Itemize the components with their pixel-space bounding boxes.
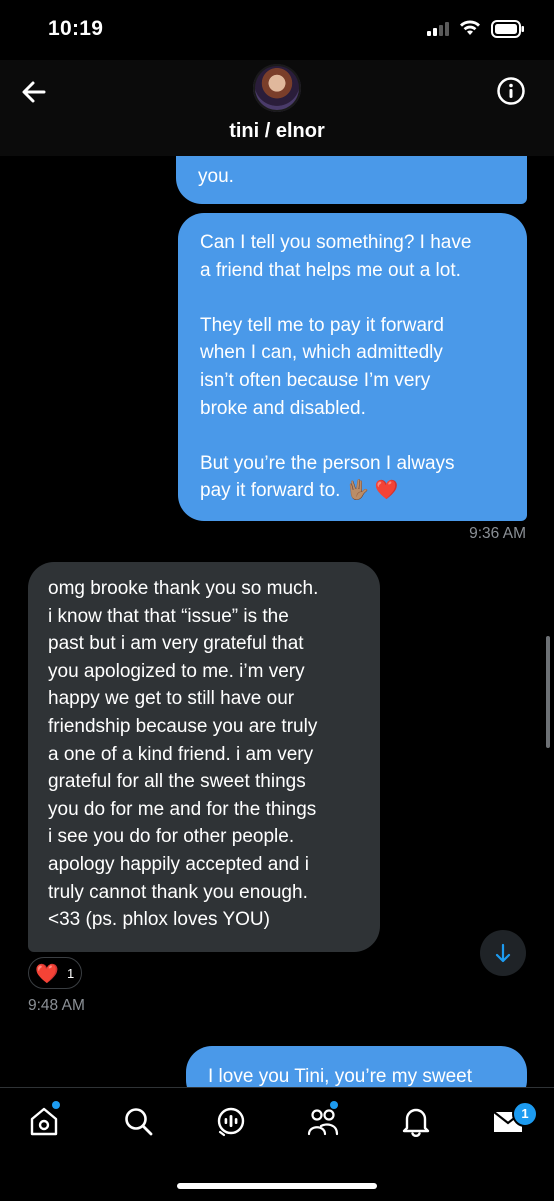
info-icon[interactable] (496, 76, 526, 106)
message-timestamp: 9:48 AM (28, 997, 85, 1014)
search-icon[interactable] (121, 1104, 155, 1138)
arrow-left-icon[interactable] (18, 76, 50, 108)
notifications-icon[interactable] (399, 1104, 433, 1138)
status-time: 10:19 (48, 17, 104, 40)
home-icon[interactable] (27, 1104, 61, 1138)
scrollbar[interactable] (546, 636, 550, 748)
wifi-icon (460, 20, 480, 35)
battery-icon (491, 20, 524, 38)
conversation-header: tini / elnor (0, 60, 554, 156)
home-notification-dot (52, 1101, 60, 1109)
communities-icon[interactable] (306, 1104, 340, 1138)
arrow-down-icon (495, 943, 511, 963)
message-text: omg brooke thank you so much. i know tha… (48, 578, 319, 931)
spaces-icon[interactable] (214, 1104, 248, 1138)
communities-notification-dot (330, 1101, 338, 1109)
message-text: you. (198, 166, 234, 187)
heart-reaction-icon: ❤️ (35, 964, 59, 985)
status-bar: 10:19 (0, 0, 554, 60)
message-bubble-sent[interactable]: Can I tell you something? I have a frien… (178, 213, 527, 521)
scroll-to-bottom-button[interactable] (480, 930, 526, 976)
message-text: Can I tell you something? I have a frien… (200, 232, 472, 502)
message-bubble-received[interactable]: omg brooke thank you so much. i know tha… (28, 562, 380, 952)
avatar[interactable] (253, 64, 301, 112)
reaction-count: 1 (67, 966, 75, 981)
conversation-title[interactable]: tini / elnor (0, 120, 554, 143)
home-indicator[interactable] (177, 1183, 377, 1189)
reaction-pill[interactable]: ❤️ 1 (28, 957, 82, 989)
message-timestamp: 9:36 AM (469, 525, 526, 542)
messages-unread-badge: 1 (512, 1101, 538, 1127)
cellular-signal-icon (427, 22, 449, 36)
